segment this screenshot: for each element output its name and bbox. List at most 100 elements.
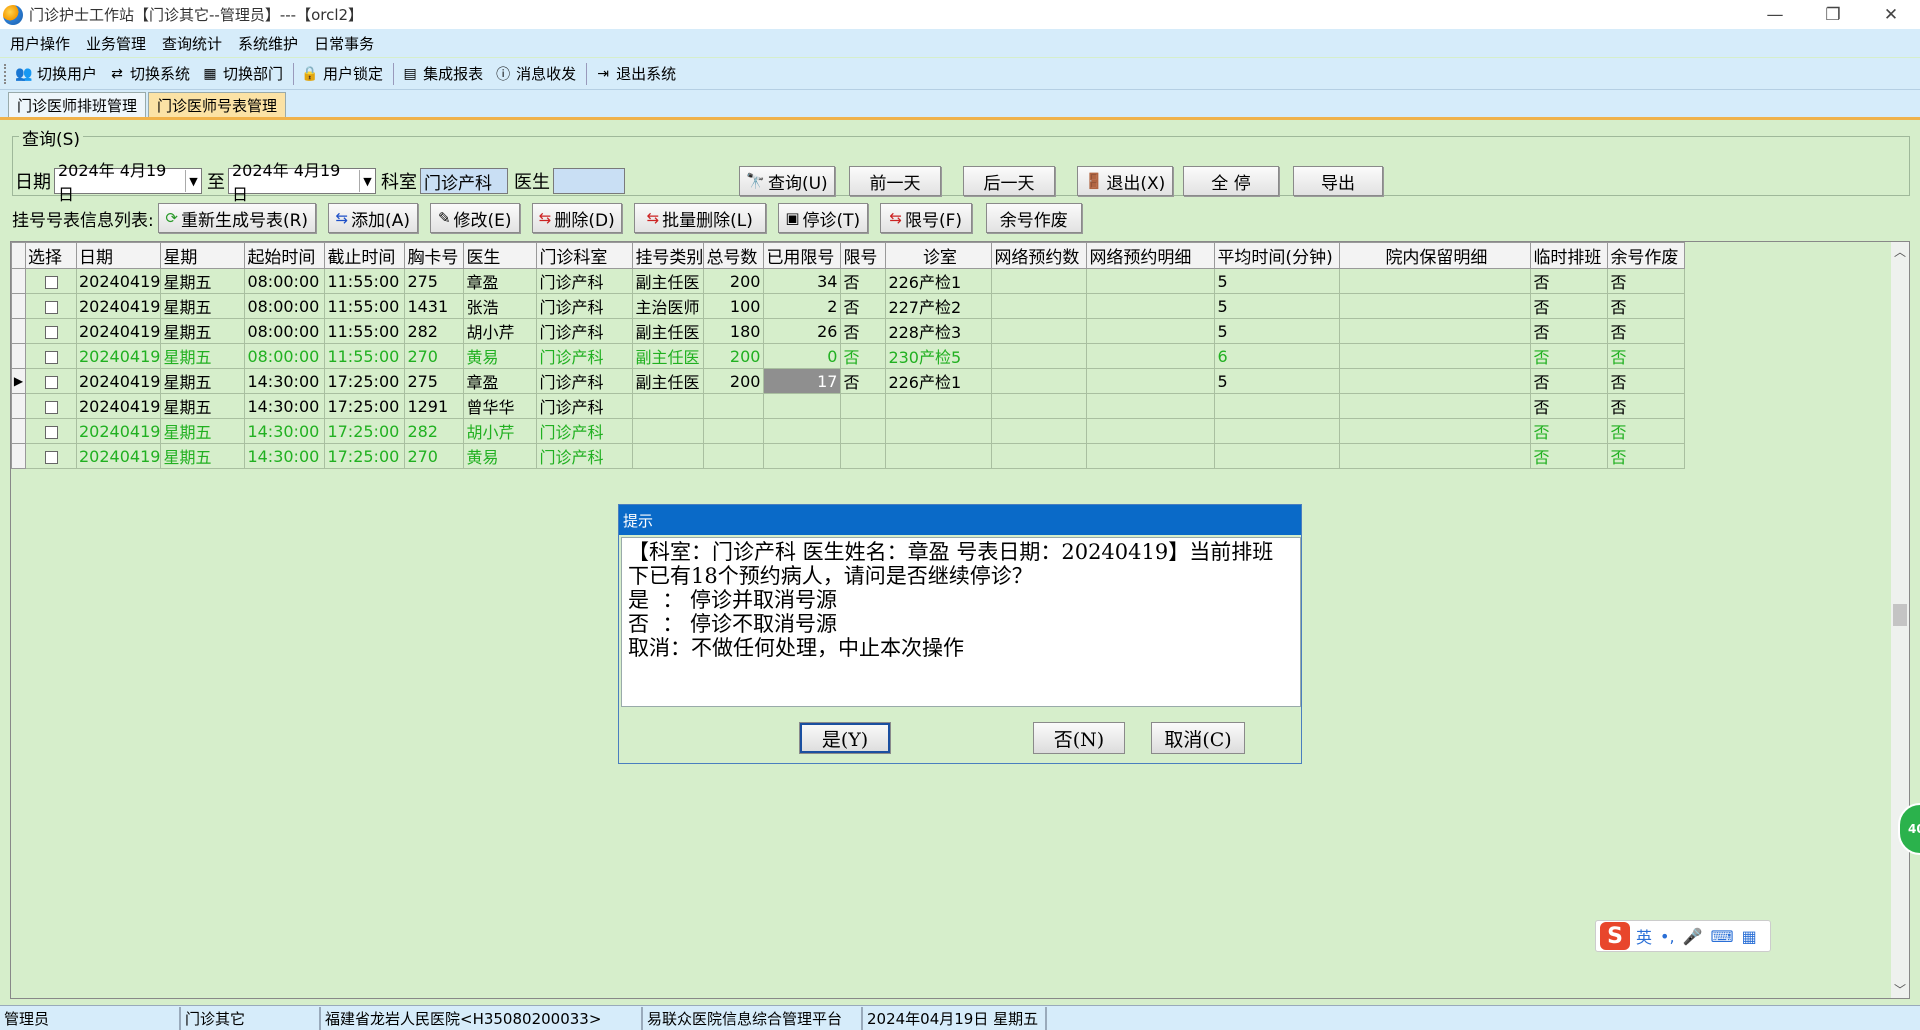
col-select[interactable]: 选择 bbox=[25, 242, 77, 269]
cell-dept[interactable]: 门诊产科 bbox=[536, 368, 634, 394]
cell-weekday[interactable]: 星期五 bbox=[160, 343, 246, 369]
cell-temp[interactable]: 否 bbox=[1530, 293, 1609, 319]
cell-card[interactable]: 275 bbox=[404, 368, 465, 394]
cell-date[interactable]: 20240419 bbox=[75, 268, 162, 294]
col-reserve-detail[interactable]: 院内保留明细 bbox=[1339, 242, 1532, 269]
cell-limit[interactable]: 否 bbox=[840, 268, 887, 294]
switch-system-button[interactable]: ⇄ 切换系统 bbox=[107, 63, 190, 84]
row-header[interactable] bbox=[11, 443, 26, 469]
col-doctor[interactable]: 医生 bbox=[463, 242, 538, 269]
menu-user-ops[interactable]: 用户操作 bbox=[4, 33, 80, 54]
cell-used[interactable] bbox=[763, 418, 842, 444]
cell-start[interactable]: 14:30:00 bbox=[244, 393, 326, 419]
cell-date[interactable]: 20240419 bbox=[75, 443, 162, 469]
cell-room[interactable] bbox=[885, 418, 993, 444]
cell-doctor[interactable]: 曾华华 bbox=[463, 393, 538, 419]
cell-temp[interactable]: 否 bbox=[1530, 418, 1609, 444]
cell-end[interactable]: 11:55:00 bbox=[324, 268, 406, 294]
void-remaining-button[interactable]: 余号作废 bbox=[985, 203, 1082, 233]
cell-net-count[interactable] bbox=[991, 268, 1088, 294]
row-header[interactable] bbox=[11, 343, 26, 369]
exit-system-button[interactable]: ⇥ 退出系统 bbox=[593, 63, 676, 84]
col-temp-schedule[interactable]: 临时排班 bbox=[1530, 242, 1609, 269]
col-void-remaining[interactable]: 余号作废 bbox=[1607, 242, 1686, 269]
cell-limit[interactable] bbox=[840, 443, 887, 469]
cell-weekday[interactable]: 星期五 bbox=[160, 418, 246, 444]
row-checkbox[interactable] bbox=[44, 300, 58, 314]
exit-button[interactable]: 🚪 退出(X) bbox=[1077, 166, 1173, 196]
cell-net-count[interactable] bbox=[991, 393, 1088, 419]
cell-net-detail[interactable] bbox=[1086, 443, 1216, 469]
cell-start[interactable]: 08:00:00 bbox=[244, 318, 326, 344]
col-weekday[interactable]: 星期 bbox=[160, 242, 246, 269]
toolbar-grip[interactable] bbox=[4, 63, 8, 84]
cell-doctor[interactable]: 章盈 bbox=[463, 268, 538, 294]
cell-avg-time[interactable] bbox=[1214, 443, 1341, 469]
cell-start[interactable]: 08:00:00 bbox=[244, 293, 326, 319]
row-checkbox[interactable] bbox=[44, 350, 58, 364]
row-header[interactable] bbox=[11, 318, 26, 344]
col-room[interactable]: 诊室 bbox=[885, 242, 993, 269]
cell-avg-time[interactable]: 5 bbox=[1214, 368, 1341, 394]
cell-type[interactable] bbox=[632, 418, 705, 444]
cell-start[interactable]: 14:30:00 bbox=[244, 368, 326, 394]
cell-dept[interactable]: 门诊产科 bbox=[536, 443, 634, 469]
scroll-up-icon[interactable]: ︿ bbox=[1891, 242, 1909, 260]
cell-type[interactable]: 副主任医 bbox=[632, 318, 705, 344]
date-from-picker[interactable]: 2024年 4月19日 ▼ bbox=[54, 161, 202, 204]
cell-void[interactable]: 否 bbox=[1607, 368, 1686, 394]
cell-room[interactable]: 226产检1 bbox=[885, 268, 993, 294]
cell-type[interactable]: 副主任医 bbox=[632, 368, 705, 394]
chevron-down-icon[interactable]: ▼ bbox=[359, 170, 375, 192]
user-lock-button[interactable]: 🔒 用户锁定 bbox=[300, 63, 383, 84]
cell-reserve[interactable] bbox=[1339, 268, 1532, 294]
cell-dept[interactable]: 门诊产科 bbox=[536, 293, 634, 319]
cell-used[interactable]: 17 bbox=[763, 368, 842, 394]
col-end-time[interactable]: 截止时间 bbox=[324, 242, 406, 269]
minimize-button[interactable]: — bbox=[1746, 0, 1804, 29]
cell-void[interactable]: 否 bbox=[1607, 293, 1686, 319]
table-row[interactable]: 20240419 星期五 14:30:00 17:25:00 1291 曾华华 门诊产科 否否 bbox=[11, 393, 1686, 419]
col-avg-time[interactable]: 平均时间(分钟) bbox=[1214, 242, 1341, 269]
cell-doctor[interactable]: 胡小芹 bbox=[463, 418, 538, 444]
cell-weekday[interactable]: 星期五 bbox=[160, 443, 246, 469]
row-header[interactable] bbox=[11, 268, 26, 294]
ime-punct-icon[interactable]: •, bbox=[1660, 927, 1675, 946]
cell-start[interactable]: 08:00:00 bbox=[244, 268, 326, 294]
cell-dept[interactable]: 门诊产科 bbox=[536, 418, 634, 444]
cell-type[interactable]: 副主任医 bbox=[632, 268, 705, 294]
cell-total[interactable]: 200 bbox=[703, 368, 765, 394]
cell-dept[interactable]: 门诊产科 bbox=[536, 318, 634, 344]
col-limit[interactable]: 限号 bbox=[840, 242, 887, 269]
cancel-button[interactable]: 取消(C) bbox=[1151, 722, 1245, 754]
cell-avg-time[interactable]: 5 bbox=[1214, 318, 1341, 344]
cell-used[interactable]: 26 bbox=[763, 318, 842, 344]
cell-total[interactable] bbox=[703, 393, 765, 419]
row-header[interactable] bbox=[11, 418, 26, 444]
col-used[interactable]: 已用限号 bbox=[763, 242, 842, 269]
cell-date[interactable]: 20240419 bbox=[75, 418, 162, 444]
cell-room[interactable]: 226产检1 bbox=[885, 368, 993, 394]
cell-reserve[interactable] bbox=[1339, 293, 1532, 319]
chevron-down-icon[interactable]: ▼ bbox=[185, 170, 201, 192]
table-row[interactable]: ▶ 20240419 星期五 14:30:00 17:25:00 275 章盈 门诊产科 副主任… bbox=[11, 368, 1686, 394]
cell-room[interactable]: 227产检2 bbox=[885, 293, 993, 319]
cell-temp[interactable]: 否 bbox=[1530, 368, 1609, 394]
dept-input[interactable]: 门诊产科 bbox=[420, 168, 508, 194]
cell-dept[interactable]: 门诊产科 bbox=[536, 268, 634, 294]
cell-limit[interactable]: 否 bbox=[840, 293, 887, 319]
cell-temp[interactable]: 否 bbox=[1530, 443, 1609, 469]
cell-limit[interactable]: 否 bbox=[840, 368, 887, 394]
keyboard-icon[interactable]: ⌨ bbox=[1710, 927, 1733, 946]
all-stop-button[interactable]: 全 停 bbox=[1183, 166, 1279, 196]
cell-weekday[interactable]: 星期五 bbox=[160, 393, 246, 419]
cell-type[interactable]: 副主任医 bbox=[632, 343, 705, 369]
batch-delete-button[interactable]: ⇆ 批量删除(L) bbox=[633, 203, 766, 233]
ime-toolbar[interactable]: S 英 •, 🎤 ⌨ ▦ bbox=[1595, 920, 1771, 952]
limit-button[interactable]: ⇆ 限号(F) bbox=[879, 203, 972, 233]
col-date[interactable]: 日期 bbox=[75, 242, 162, 269]
switch-user-button[interactable]: 👥 切换用户 bbox=[14, 63, 97, 84]
cell-type[interactable] bbox=[632, 393, 705, 419]
col-net-count[interactable]: 网络预约数 bbox=[991, 242, 1088, 269]
cell-limit[interactable]: 否 bbox=[840, 343, 887, 369]
